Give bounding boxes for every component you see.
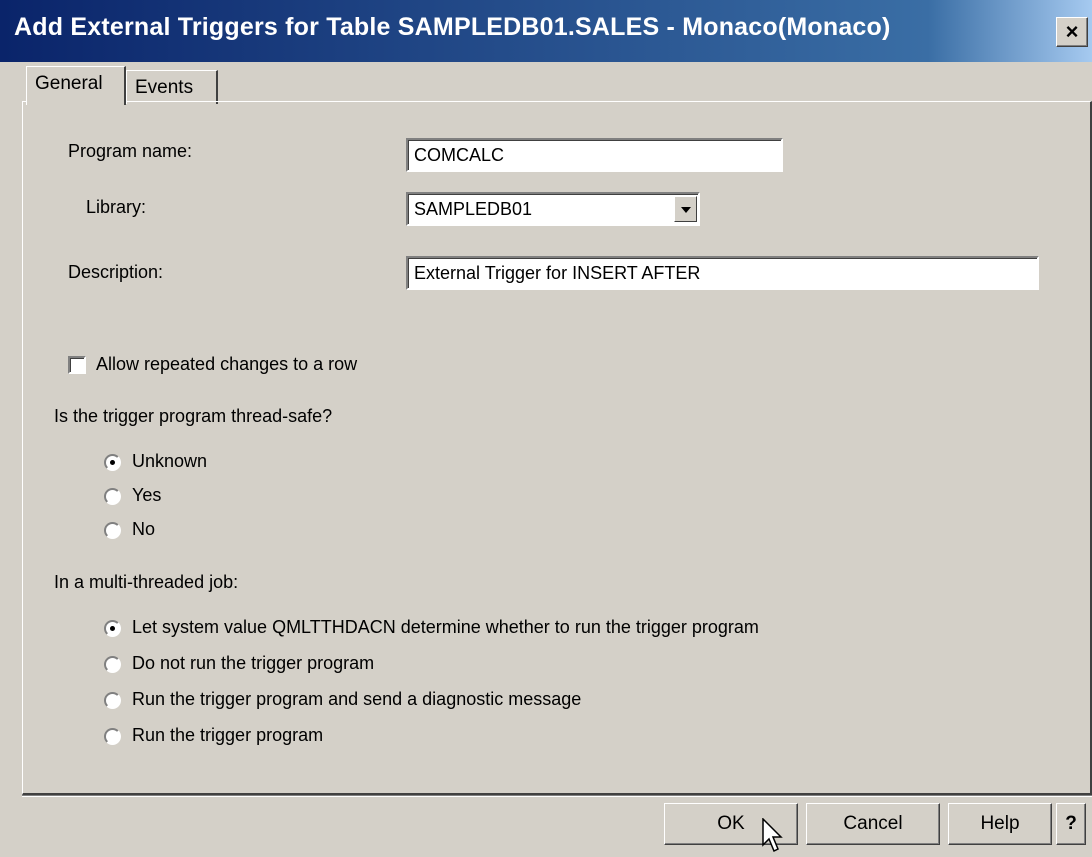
radio-do-not-run-label: Do not run the trigger program: [132, 653, 375, 673]
help-button[interactable]: Help: [948, 803, 1052, 845]
multithread-question: In a multi-threaded job:: [54, 572, 239, 592]
tab-events-label: Events: [135, 77, 194, 98]
tab-general-label: General: [35, 73, 103, 94]
allow-repeated-label: Allow repeated changes to a row: [96, 354, 358, 374]
chevron-down-icon[interactable]: [674, 196, 697, 222]
radio-run[interactable]: [104, 728, 121, 745]
radio-unknown[interactable]: [104, 454, 121, 471]
radio-yes-label: Yes: [132, 485, 162, 505]
description-input[interactable]: External Trigger for INSERT AFTER: [406, 256, 1039, 290]
radio-run-label: Run the trigger program: [132, 725, 324, 745]
allow-repeated-checkbox[interactable]: [68, 356, 86, 374]
add-external-triggers-dialog: Add External Triggers for Table SAMPLEDB…: [0, 0, 1092, 857]
tab-events[interactable]: Events: [126, 70, 218, 104]
radio-no[interactable]: [104, 522, 121, 539]
radio-run-diagnostic[interactable]: [104, 692, 121, 709]
window-title: Add External Triggers for Table SAMPLEDB…: [14, 13, 891, 41]
radio-unknown-label: Unknown: [132, 451, 208, 471]
library-label: Library:: [86, 197, 147, 217]
radio-yes[interactable]: [104, 488, 121, 505]
context-help-button[interactable]: ?: [1056, 803, 1086, 845]
cancel-button[interactable]: Cancel: [806, 803, 940, 845]
title-bar[interactable]: Add External Triggers for Table SAMPLEDB…: [0, 0, 1092, 62]
mouse-pointer-icon: [762, 818, 783, 853]
library-select[interactable]: SAMPLEDB01: [406, 192, 700, 226]
radio-system-value[interactable]: [104, 620, 121, 637]
button-separator: [22, 795, 1092, 797]
program-name-label: Program name:: [68, 141, 193, 161]
radio-do-not-run[interactable]: [104, 656, 121, 673]
tab-general[interactable]: General: [26, 66, 126, 105]
radio-system-value-label: Let system value QMLTTHDACN determine wh…: [132, 617, 759, 637]
close-button[interactable]: ×: [1056, 17, 1088, 47]
program-name-input[interactable]: COMCALC: [406, 138, 783, 172]
radio-run-diagnostic-label: Run the trigger program and send a diagn…: [132, 689, 582, 709]
threadsafe-question: Is the trigger program thread-safe?: [54, 406, 333, 426]
description-label: Description:: [68, 262, 164, 282]
radio-no-label: No: [132, 519, 156, 539]
